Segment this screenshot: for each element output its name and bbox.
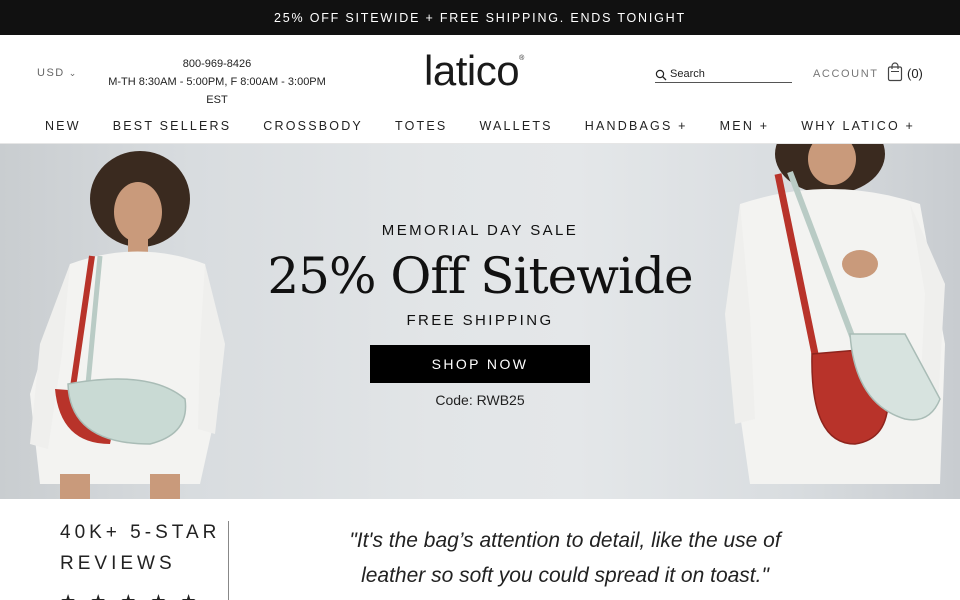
hero-banner[interactable]: MEMORIAL DAY SALE 25% Off Sitewide FREE … (0, 144, 960, 499)
contact-info: 800-969-8426 M-TH 8:30AM - 5:00PM, F 8:0… (101, 55, 333, 109)
announcement-bar[interactable]: 25% OFF SITEWIDE + FREE SHIPPING. ENDS T… (0, 0, 960, 35)
reviews-section: 40K+ 5-STAR REVIEWS ★★★★★ "It's the bag’… (0, 499, 960, 600)
hero-model-right-image (725, 144, 945, 484)
main-navigation: NEW BEST SELLERS CROSSBODY TOTES WALLETS… (0, 108, 960, 144)
nav-item-crossbody[interactable]: CROSSBODY (247, 119, 379, 133)
nav-item-new[interactable]: NEW (29, 119, 97, 133)
search-icon[interactable] (655, 68, 667, 80)
nav-item-wallets[interactable]: WALLETS (463, 119, 568, 133)
search-input[interactable] (670, 67, 785, 80)
reviews-title: 40K+ 5-STAR REVIEWS (60, 522, 221, 574)
hero-content: MEMORIAL DAY SALE 25% Off Sitewide FREE … (230, 222, 730, 408)
hero-headline: 25% Off Sitewide (267, 247, 693, 305)
promo-code: Code: RWB25 (435, 392, 525, 408)
business-hours: M-TH 8:30AM - 5:00PM, F 8:00AM - 3:00PM … (108, 76, 326, 106)
announcement-text: 25% OFF SITEWIDE + FREE SHIPPING. ENDS T… (274, 10, 686, 25)
hero-model-left-image (30, 151, 225, 499)
review-quote: "It's the bag’s attention to detail, lik… (349, 529, 781, 587)
logo-registered-mark: ® (519, 55, 524, 62)
shop-now-button[interactable]: SHOP NOW (370, 345, 590, 383)
account-link[interactable]: ACCOUNT (813, 68, 879, 80)
cart-button[interactable]: (0) (887, 62, 923, 85)
star-rating: ★★★★★ (60, 591, 211, 600)
currency-label: USD (37, 67, 65, 79)
logo-text: latico (424, 47, 520, 94)
reviews-divider (228, 521, 229, 600)
search-box[interactable] (655, 65, 792, 83)
site-header: USD ⌄ 800-969-8426 M-TH 8:30AM - 5:00PM,… (0, 35, 960, 108)
chevron-down-icon: ⌄ (68, 67, 78, 78)
nav-item-best-sellers[interactable]: BEST SELLERS (97, 119, 248, 133)
site-logo[interactable]: latico® (424, 47, 524, 95)
phone-number[interactable]: 800-969-8426 (101, 55, 333, 73)
hero-subline: FREE SHIPPING (406, 312, 554, 329)
shopping-bag-icon (887, 62, 903, 85)
hero-kicker: MEMORIAL DAY SALE (381, 222, 579, 239)
nav-item-totes[interactable]: TOTES (379, 119, 463, 133)
nav-item-men[interactable]: MEN + (704, 119, 786, 133)
cart-count: (0) (907, 66, 923, 81)
currency-selector[interactable]: USD ⌄ (37, 67, 78, 79)
nav-item-why-latico[interactable]: WHY LATICO + (785, 119, 931, 133)
nav-item-handbags[interactable]: HANDBAGS + (569, 119, 704, 133)
